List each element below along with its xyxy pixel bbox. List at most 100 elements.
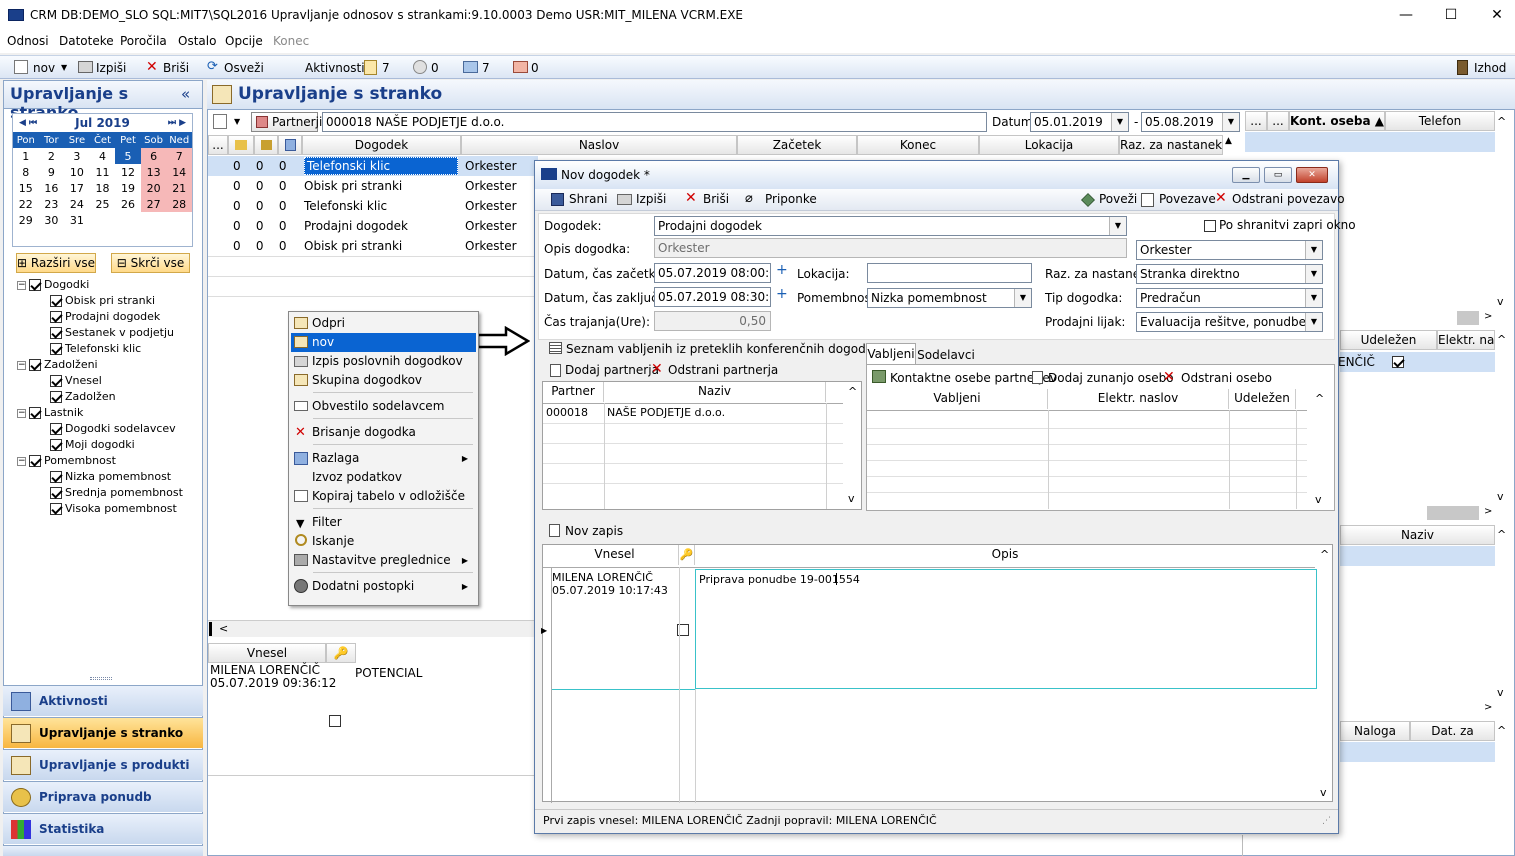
- nav-upravljanje-s-stranko[interactable]: Upravljanje s stranko: [3, 717, 203, 748]
- calendar-day[interactable]: 26: [115, 196, 141, 212]
- close-button[interactable]: ✕: [1474, 0, 1515, 30]
- hscroll-thumb[interactable]: [1457, 311, 1479, 325]
- column-naziv[interactable]: Naziv: [604, 382, 826, 402]
- ctx-nastavitve[interactable]: Nastavitve preglednice ▶: [291, 551, 476, 570]
- calendar-day[interactable]: 31: [64, 212, 90, 228]
- calendar-day[interactable]: 23: [39, 196, 65, 212]
- ctx-izpis[interactable]: Izpis poslovnih dogodkov: [291, 352, 476, 371]
- table-cell-event[interactable]: Prodajni dogodek: [304, 216, 408, 236]
- new-button[interactable]: nov: [33, 61, 55, 75]
- ctx-izvoz[interactable]: Izvoz podatkov: [291, 468, 476, 487]
- calendar-day[interactable]: 11: [90, 164, 116, 180]
- remove-partner-button[interactable]: Odstrani partnerja: [668, 363, 778, 377]
- calendar-day[interactable]: 9: [39, 164, 65, 180]
- reason-dropdown-icon[interactable]: ▼: [1305, 265, 1322, 283]
- print-button[interactable]: Izpiši: [96, 61, 126, 75]
- resize-grip-icon[interactable]: ⋰: [1322, 816, 1331, 826]
- tree-node[interactable]: Moji dogodki: [50, 438, 135, 454]
- prev-month-icon[interactable]: ◀ ⏮: [19, 114, 37, 132]
- menu-odnosi[interactable]: Odnosi: [7, 34, 49, 48]
- tab-vabljeni[interactable]: Vabljeni: [866, 343, 916, 365]
- expand-all-button[interactable]: ⊞ Razširi vse: [16, 253, 96, 273]
- date-from-dropdown-icon[interactable]: ▼: [1111, 113, 1128, 131]
- column-kont-oseba[interactable]: Kont. oseba ▲: [1289, 111, 1385, 131]
- task-row[interactable]: [1340, 742, 1495, 762]
- tree-node[interactable]: Dogodki sodelavcev: [50, 422, 176, 438]
- ctx-razlaga[interactable]: Razlaga ▶: [291, 449, 476, 468]
- column-zacetek[interactable]: Začetek: [737, 135, 857, 155]
- nav-statistika[interactable]: Statistika: [3, 813, 203, 844]
- ctx-dodatni[interactable]: Dodatni postopki ▶: [291, 577, 476, 596]
- table-cell-title[interactable]: Orkester: [465, 236, 517, 256]
- links-button[interactable]: Povezave: [1159, 192, 1216, 206]
- scroll-down-icon[interactable]: v: [1315, 493, 1322, 506]
- tab-sodelavci[interactable]: Sodelavci: [917, 345, 975, 365]
- close-after-save-checkbox[interactable]: [1204, 220, 1216, 232]
- calendar-day[interactable]: 3: [64, 148, 90, 164]
- product-row[interactable]: [1340, 546, 1495, 566]
- minimize-button[interactable]: —: [1383, 0, 1429, 30]
- column-elektr-naslov[interactable]: Elektr. naslov: [1048, 389, 1229, 409]
- scroll-down-icon[interactable]: v: [848, 492, 855, 505]
- tree-node[interactable]: − Dogodki: [17, 278, 89, 294]
- unlink-button[interactable]: Odstrani povezavo: [1232, 192, 1345, 206]
- description-combo[interactable]: Orkester ▼: [1136, 240, 1323, 260]
- type-select[interactable]: Predračun ▼: [1136, 288, 1323, 308]
- scroll-down-icon[interactable]: v: [1320, 786, 1327, 799]
- incoming-icon[interactable]: [463, 61, 478, 73]
- tree-node[interactable]: Obisk pri stranki: [50, 294, 155, 310]
- table-cell-event[interactable]: Obisk pri stranki: [304, 236, 402, 256]
- column-menu-right[interactable]: ...: [1245, 111, 1267, 131]
- calendar-day[interactable]: 30: [39, 212, 65, 228]
- tree-node[interactable]: Nizka pomembnost: [50, 470, 171, 486]
- column-opis[interactable]: Opis: [695, 545, 1315, 565]
- table-cell-event[interactable]: Telefonski klic: [304, 196, 387, 216]
- tree-node[interactable]: Zadolžen: [50, 390, 116, 406]
- nav-aktivnosti[interactable]: Aktivnosti: [3, 685, 203, 716]
- column-naloga[interactable]: Naloga: [1340, 721, 1410, 741]
- calendar-day[interactable]: 28: [166, 196, 192, 212]
- ctx-iskanje[interactable]: Iskanje: [291, 532, 476, 551]
- type-dropdown-icon[interactable]: ▼: [1305, 289, 1322, 307]
- table-cell-title[interactable]: Orkester: [465, 156, 517, 176]
- date-from-field[interactable]: 05.01.2019 ▼: [1030, 112, 1129, 132]
- month-calendar[interactable]: ◀ ⏮ Jul 2019 ⏭ ▶ Pon Tor Sre Čet Pet Sob Ned 1…: [12, 113, 193, 247]
- new-note-button[interactable]: Nov zapis: [565, 524, 623, 538]
- ctx-brisanje[interactable]: ✕ Brisanje dogodka: [291, 423, 476, 442]
- main-grid-hscroll[interactable]: <: [208, 620, 534, 637]
- menu-porocila[interactable]: Poročila: [120, 34, 167, 48]
- column-naslov[interactable]: Naslov: [461, 135, 737, 155]
- calendar-day[interactable]: 1: [13, 148, 39, 164]
- calendar-day[interactable]: 20: [140, 180, 167, 196]
- calendar-day[interactable]: 16: [39, 180, 65, 196]
- menu-opcije[interactable]: Opcije: [225, 34, 263, 48]
- dialog-close-button[interactable]: ✕: [1296, 167, 1328, 183]
- column-icon-3[interactable]: [278, 135, 302, 155]
- scroll-up-icon[interactable]: ^: [1497, 115, 1506, 128]
- calendar-day[interactable]: 7: [166, 148, 192, 164]
- column-partner[interactable]: Partner: [543, 382, 604, 402]
- description-dropdown-icon[interactable]: ▼: [1305, 241, 1322, 259]
- calendar-day[interactable]: 15: [13, 180, 39, 196]
- calendar-day[interactable]: 13: [140, 164, 167, 180]
- column-lokacija[interactable]: Lokacija: [979, 135, 1119, 155]
- tree-node[interactable]: Srednja pomembnost: [50, 486, 183, 502]
- attended-checkbox[interactable]: [1391, 356, 1404, 368]
- ctx-kopiraj[interactable]: Kopiraj tabelo v odložišče: [291, 487, 476, 506]
- calendar-day[interactable]: 18: [90, 180, 116, 196]
- calendar-day[interactable]: 4: [90, 148, 116, 164]
- scroll-up-icon[interactable]: ^: [1497, 724, 1506, 737]
- scroll-up-icon[interactable]: ^: [848, 385, 857, 398]
- funnel-dropdown-icon[interactable]: ▼: [1305, 313, 1322, 331]
- nav-upravljanje-s-produkti[interactable]: Upravljanje s produkti: [3, 749, 203, 780]
- ctx-obvestilo[interactable]: Obvestilo sodelavcem: [291, 397, 476, 416]
- scroll-right-icon[interactable]: >: [1484, 311, 1492, 322]
- column-udelezen[interactable]: Udeležen: [1229, 389, 1296, 409]
- exit-button[interactable]: Izhod: [1474, 61, 1506, 75]
- nav-more[interactable]: [3, 845, 203, 856]
- calendar-day[interactable]: 14: [166, 164, 192, 180]
- scroll-right-icon[interactable]: >: [1484, 506, 1492, 517]
- tree-node[interactable]: − Pomembnost: [17, 454, 116, 470]
- outgoing-icon[interactable]: [513, 61, 528, 73]
- attachments-button[interactable]: Priponke: [765, 192, 817, 206]
